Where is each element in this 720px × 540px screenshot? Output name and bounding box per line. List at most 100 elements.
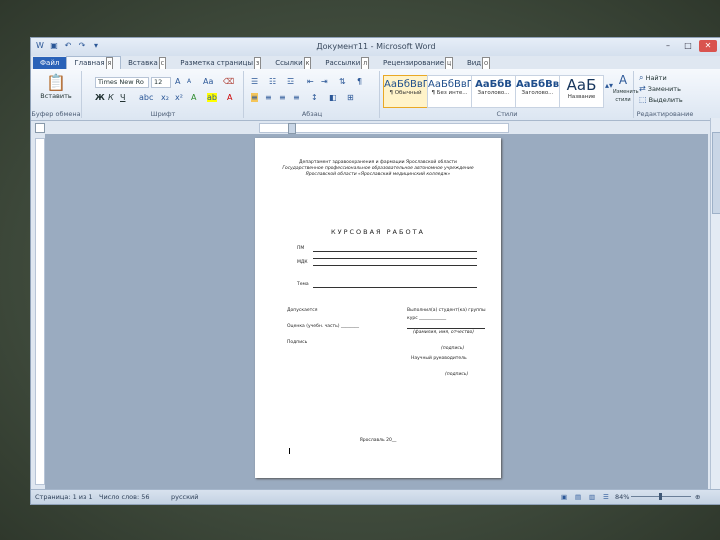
field-pm-line-2: [313, 258, 477, 259]
maximize-button[interactable]: □: [679, 40, 697, 52]
align-left-icon[interactable]: ≡: [251, 93, 258, 102]
bold-button[interactable]: Ж: [95, 93, 105, 102]
paste-button[interactable]: 📋 Вставить: [39, 73, 73, 100]
replace-button[interactable]: ⇄ Заменить: [639, 84, 681, 93]
document-area: Департамент здравоохранения и фармации Я…: [45, 134, 708, 489]
tab-insert[interactable]: Вставка С: [121, 57, 173, 71]
student-signature-caption: (подпись): [441, 346, 465, 351]
highlight-icon[interactable]: ab: [207, 93, 217, 102]
field-topic-line: [313, 287, 477, 288]
change-case-icon[interactable]: Aa: [203, 77, 213, 86]
tab-file[interactable]: Файл: [33, 57, 67, 69]
show-marks-button[interactable]: ¶: [357, 77, 362, 86]
tab-page-layout[interactable]: Разметка страницы З: [173, 57, 268, 71]
group-paragraph: ☰ ☷ ☲ ⇤ ⇥ ⇅ ¶ ≡ ≡ ≡ ≡ ↕ ◧ ⊞ Абзац: [245, 71, 380, 118]
shrink-font-icon[interactable]: A: [187, 78, 191, 85]
font-name-box[interactable]: Times New Ro: [95, 77, 149, 88]
tab-mailings[interactable]: Рассылки Л: [318, 57, 376, 71]
group-label-styles: Стили: [496, 110, 518, 118]
replace-icon: ⇄: [639, 84, 646, 93]
indent-marker[interactable]: [288, 123, 296, 134]
doc-header-line-1: Департамент здравоохранения и фармации Я…: [299, 160, 457, 165]
change-styles-button[interactable]: A Изменить стили: [613, 73, 639, 103]
select-button[interactable]: ⬚ Выделить: [639, 95, 683, 104]
style-title[interactable]: АаБ Название: [559, 75, 604, 108]
window-title: Документ11 - Microsoft Word: [316, 42, 436, 51]
group-label-font: Шрифт: [150, 110, 176, 118]
field-topic-label: Тема: [297, 282, 309, 287]
group-editing: ⌕ Найти ⇄ Заменить ⬚ Выделить Редактиров…: [635, 71, 695, 118]
align-right-icon[interactable]: ≡: [279, 93, 286, 102]
font-size-box[interactable]: 12: [151, 77, 171, 88]
multilevel-list-icon[interactable]: ☲: [287, 77, 294, 86]
close-button[interactable]: ✕: [699, 40, 717, 52]
style-normal[interactable]: АаБбВвГ ¶ Обычный: [383, 75, 428, 108]
group-font: Times New Ro 12 A A Aa ⌫ Ж К Ч abc x₂ x²…: [83, 71, 244, 118]
find-icon: ⌕: [639, 73, 644, 82]
tab-view[interactable]: Вид О: [460, 57, 497, 71]
line-spacing-icon[interactable]: ↕: [311, 93, 318, 102]
find-button[interactable]: ⌕ Найти: [639, 73, 667, 83]
tab-review[interactable]: Рецензирование Ц: [376, 57, 460, 71]
vertical-scrollbar[interactable]: [710, 118, 720, 490]
underline-button[interactable]: Ч: [120, 93, 125, 102]
align-center-icon[interactable]: ≡: [265, 93, 272, 102]
scrollbar-thumb[interactable]: [712, 132, 720, 214]
zoom-slider-knob[interactable]: [659, 493, 662, 500]
view-outline-icon[interactable]: ☰: [603, 493, 609, 501]
admitted-label: Допускается: [287, 308, 318, 313]
status-page[interactable]: Страница: 1 из 1: [35, 493, 93, 501]
ribbon-tabs: Файл Главная Я Вставка С Разметка страницы…: [31, 56, 720, 71]
minimize-button[interactable]: –: [659, 40, 677, 52]
sort-icon[interactable]: ⇅: [339, 77, 346, 86]
student-name-line: [407, 328, 485, 329]
view-web-layout-icon[interactable]: ▥: [589, 493, 595, 501]
subscript-icon[interactable]: x₂: [161, 93, 169, 102]
status-words[interactable]: Число слов: 56: [99, 493, 150, 501]
zoom-level[interactable]: 84%: [615, 493, 629, 501]
clear-format-icon[interactable]: ⌫: [223, 77, 234, 86]
bullets-icon[interactable]: ☰: [251, 77, 258, 86]
styles-scroll-icon[interactable]: ▴▾: [605, 81, 613, 90]
field-pm-label: ПМ: [297, 246, 305, 251]
tab-references[interactable]: Ссылки К: [268, 57, 318, 71]
view-print-layout-icon[interactable]: ▣: [561, 493, 567, 501]
increase-indent-icon[interactable]: ⇥: [321, 77, 328, 86]
decrease-indent-icon[interactable]: ⇤: [307, 77, 314, 86]
supervisor-signature-caption: (подпись): [445, 372, 469, 377]
shading-icon[interactable]: ◧: [329, 93, 337, 102]
status-bar: Страница: 1 из 1 Число слов: 56 русский …: [31, 489, 720, 504]
numbering-icon[interactable]: ☷: [269, 77, 276, 86]
change-styles-icon: A: [618, 73, 628, 87]
style-heading-2[interactable]: АаБбВв Заголово...: [515, 75, 560, 108]
borders-icon[interactable]: ⊞: [347, 93, 354, 102]
tab-selector[interactable]: [35, 123, 45, 133]
text-effects-icon[interactable]: A: [191, 93, 196, 102]
justify-icon[interactable]: ≡: [293, 93, 300, 102]
strikethrough-icon[interactable]: abc: [139, 93, 153, 102]
word-window: W ▣ ↶ ↷ ▾ Документ11 - Microsoft Word – …: [30, 37, 720, 505]
text-cursor: [289, 448, 290, 454]
group-label-paragraph: Абзац: [301, 110, 323, 118]
field-pm-line: [313, 251, 477, 252]
zoom-in-icon[interactable]: ⊕: [695, 493, 700, 501]
superscript-icon[interactable]: x²: [175, 93, 183, 102]
tab-home[interactable]: Главная Я: [66, 56, 122, 71]
document-page[interactable]: Департамент здравоохранения и фармации Я…: [255, 138, 501, 478]
horizontal-ruler[interactable]: [259, 123, 509, 134]
doc-header-line-3: Ярославской области «Ярославский медицин…: [305, 172, 451, 177]
vertical-ruler[interactable]: [35, 138, 45, 485]
style-heading-1[interactable]: АаБбВ Заголово...: [471, 75, 516, 108]
group-label-editing: Редактирование: [636, 110, 694, 118]
group-styles: АаБбВвГ ¶ Обычный АаБбВвГ ¶ Без инте... …: [381, 71, 639, 118]
font-color-icon[interactable]: A: [227, 93, 232, 102]
status-language[interactable]: русский: [171, 493, 199, 501]
italic-button[interactable]: К: [108, 93, 114, 102]
style-no-spacing[interactable]: АаБбВвГ ¶ Без инте...: [427, 75, 472, 108]
group-clipboard: 📋 Вставить Буфер обмена: [31, 71, 82, 118]
window-controls: – □ ✕: [659, 40, 717, 52]
student-group-label: Выполнил(а) студент(ка) группы: [407, 308, 486, 313]
view-full-screen-icon[interactable]: ▤: [575, 493, 581, 501]
field-mdk-line: [313, 265, 477, 266]
grow-font-icon[interactable]: A: [175, 77, 180, 86]
